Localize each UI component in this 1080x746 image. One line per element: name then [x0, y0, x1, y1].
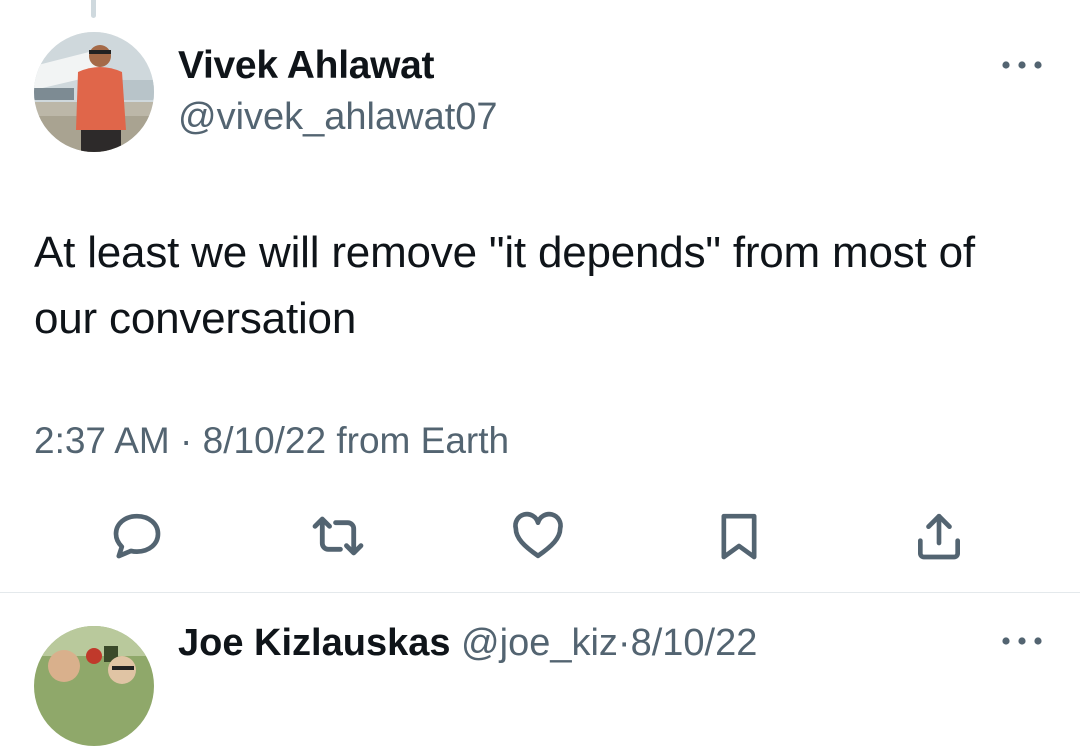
share-button[interactable] [909, 508, 969, 568]
heart-icon [510, 508, 566, 569]
retweet-icon [309, 507, 367, 570]
divider [0, 592, 1080, 593]
author-handle[interactable]: @vivek_ahlawat07 [178, 96, 498, 139]
more-icon [1001, 633, 1043, 651]
bookmark-button[interactable] [709, 508, 769, 568]
reply-avatar[interactable] [34, 626, 154, 746]
reply-button[interactable] [107, 508, 167, 568]
author-name[interactable]: Vivek Ahlawat [178, 44, 435, 88]
tweet-timestamp[interactable]: 2:37 AM · 8/10/22 from Earth [34, 420, 509, 462]
reply-author-handle[interactable]: @joe_kiz [461, 622, 618, 664]
bookmark-icon [711, 508, 767, 569]
reply-author-name[interactable]: Joe Kizlauskas [178, 622, 450, 664]
more-options-button[interactable] [998, 56, 1046, 76]
share-icon [911, 508, 967, 569]
reply-separator: · [617, 622, 631, 664]
reply-more-options-button[interactable] [998, 632, 1046, 652]
avatar[interactable] [34, 32, 154, 152]
like-button[interactable] [508, 508, 568, 568]
thread-connector-line [91, 0, 96, 18]
reply-header: Joe Kizlauskas @joe_kiz·8/10/22 [178, 622, 757, 665]
tweet-text: At least we will remove "it depends" fro… [34, 228, 975, 343]
reply-date[interactable]: 8/10/22 [631, 622, 758, 664]
more-icon [1001, 57, 1043, 75]
retweet-button[interactable] [308, 508, 368, 568]
reply-icon [109, 508, 165, 569]
